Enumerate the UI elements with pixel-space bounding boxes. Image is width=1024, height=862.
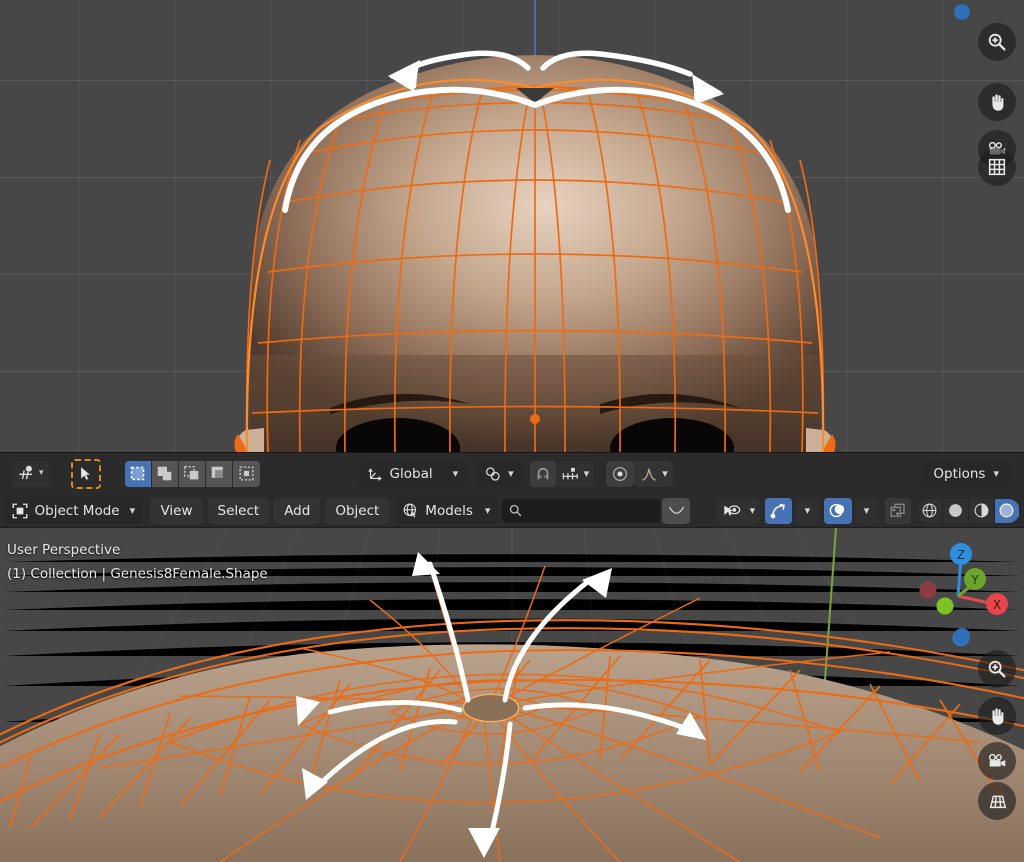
axis-x-label: X <box>993 598 1001 612</box>
ortho-persp-nav-icon[interactable] <box>978 148 1016 186</box>
scene-collection-icon <box>403 503 417 518</box>
axis-gizmo-negative-dot[interactable] <box>954 628 970 644</box>
shading-wireframe[interactable] <box>917 498 943 523</box>
select-box-tool-icon[interactable] <box>70 458 101 489</box>
search-input[interactable] <box>502 498 660 523</box>
filter-falloff-icon[interactable] <box>662 497 690 524</box>
object-visibility-icon <box>723 504 740 516</box>
axis-neg-x[interactable] <box>919 581 937 599</box>
head-mesh-render <box>234 0 836 452</box>
chevron-down-icon: ▾ <box>484 504 491 517</box>
snap-target-dropdown[interactable]: ▾ <box>555 460 595 487</box>
pan-nav-icon[interactable] <box>978 697 1016 735</box>
menu-view[interactable]: View <box>150 497 203 524</box>
transform-orientation-icon <box>367 468 382 481</box>
overlays-icon <box>829 503 845 518</box>
chevron-down-icon: ▾ <box>508 467 514 480</box>
shading-rendered[interactable] <box>994 498 1021 523</box>
axis-z-label: Z <box>957 548 965 562</box>
chevron-down-icon: ▾ <box>749 504 756 517</box>
viewport-top-front-view[interactable] <box>0 0 1024 452</box>
gizmo-dropdown[interactable]: ▾ <box>795 497 820 524</box>
menu-object[interactable]: Object <box>325 497 390 524</box>
mode-dropdown[interactable]: Object Mode ▾ <box>5 497 144 524</box>
menu-select[interactable]: Select <box>207 497 270 524</box>
proportional-falloff-smooth-icon <box>642 468 657 481</box>
zoom-nav-icon[interactable] <box>978 23 1016 61</box>
snap-increment-icon <box>562 467 578 479</box>
extend-select-mode[interactable] <box>151 460 179 487</box>
camera-nav-icon[interactable] <box>978 742 1016 780</box>
snap-magnet-toggle[interactable] <box>529 460 556 487</box>
viewport-header: Object Mode ▾ View Select Add Object Mod… <box>0 494 1024 528</box>
chevron-down-icon: ▾ <box>662 467 668 480</box>
shading-mode-group[interactable] <box>917 498 1021 523</box>
scalp-mesh-perspective <box>0 565 1024 862</box>
search-icon <box>509 504 522 517</box>
invert-select-mode[interactable] <box>205 460 233 487</box>
proportional-editing-toggle[interactable] <box>606 460 635 487</box>
mode-label: Object Mode <box>34 502 120 519</box>
chevron-down-icon: ▾ <box>804 504 811 517</box>
gizmo-icon <box>770 503 785 519</box>
shading-material[interactable] <box>969 498 995 523</box>
subtract-select-mode[interactable] <box>178 460 206 487</box>
overlays-toggle[interactable] <box>823 497 852 524</box>
pivot-point-icon <box>19 465 33 480</box>
collection-label: Models <box>425 502 473 519</box>
menu-add[interactable]: Add <box>274 497 321 524</box>
proportional-falloff-dropdown[interactable]: ▾ <box>634 460 673 487</box>
gizmo-toggle[interactable] <box>764 497 793 524</box>
active-tool-selector[interactable]: ▾ <box>12 460 49 487</box>
options-dropdown[interactable]: Options ▾ <box>922 460 1010 487</box>
chevron-down-icon: ▾ <box>129 504 136 517</box>
proportional-editing-icon <box>613 466 628 481</box>
chevron-down-icon: ▾ <box>993 467 999 480</box>
tool-settings-header: ▾ Global ▾ ▾ ▾ ▾ Options ▾ <box>0 452 1024 494</box>
snap-magnet-icon <box>537 467 548 479</box>
blender-window: ▾ Global ▾ ▾ ▾ ▾ Options ▾ Object Mode ▾… <box>0 0 1024 862</box>
chevron-down-icon: ▾ <box>452 467 459 480</box>
chevron-down-icon: ▾ <box>39 468 44 478</box>
overlays-dropdown[interactable]: ▾ <box>854 497 879 524</box>
chevron-down-icon: ▾ <box>583 467 590 480</box>
collection-dropdown[interactable]: Models ▾ <box>397 497 498 524</box>
axis-gizmo-negative-dot[interactable] <box>954 4 970 20</box>
chevron-down-icon: ▾ <box>863 504 870 517</box>
set-select-mode[interactable] <box>124 460 152 487</box>
viewport-bottom-perspective-view[interactable]: Z Y X <box>0 528 1024 862</box>
xray-toggle-icon <box>890 503 905 517</box>
pivot-median-point-icon <box>486 466 500 481</box>
zoom-nav-icon[interactable] <box>978 650 1016 688</box>
select-mode-group[interactable] <box>124 460 260 487</box>
object-mode-icon <box>12 503 27 518</box>
orientation-label: Global <box>389 465 433 482</box>
intersect-select-mode[interactable] <box>232 460 260 487</box>
pan-nav-icon[interactable] <box>978 83 1016 121</box>
shading-solid[interactable] <box>943 498 969 523</box>
options-label: Options <box>933 465 986 482</box>
pivot-point-dropdown[interactable]: ▾ <box>476 460 522 487</box>
xray-toggle[interactable] <box>884 497 911 524</box>
axis-neg-y[interactable] <box>936 597 954 615</box>
transform-orientation-dropdown[interactable]: Global ▾ <box>358 460 467 487</box>
object-visibility-dropdown[interactable]: ▾ <box>716 497 761 524</box>
ortho-persp-nav-icon[interactable] <box>978 782 1016 820</box>
axis-y-label: Y <box>970 573 979 587</box>
